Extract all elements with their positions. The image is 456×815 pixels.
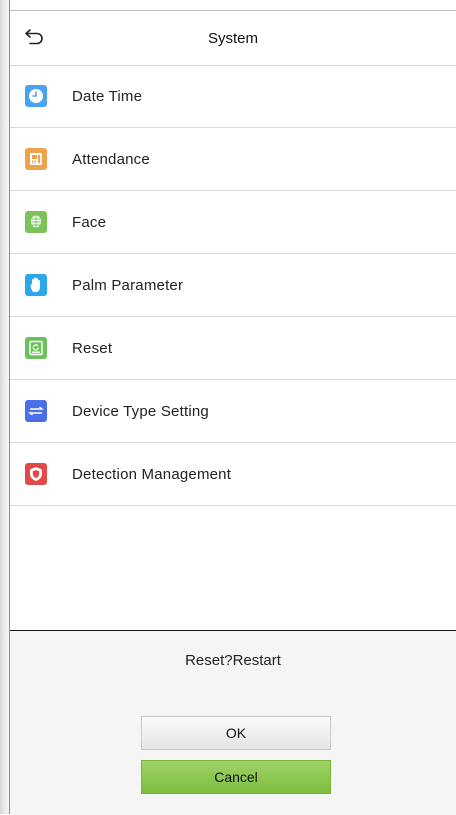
back-button[interactable] — [20, 23, 50, 53]
clock-icon — [25, 85, 47, 107]
menu-item-label: Date Time — [72, 87, 143, 105]
menu-item-label: Attendance — [72, 150, 150, 168]
shield-icon — [25, 463, 47, 485]
menu-item-palm-parameter[interactable]: Palm Parameter — [10, 254, 456, 317]
menu-item-label: Face — [72, 213, 107, 231]
menu-item-label: Palm Parameter — [72, 276, 184, 294]
system-menu: Date Time Attendance Face Palm Parameter… — [10, 65, 456, 506]
menu-item-label: Reset — [72, 339, 113, 357]
menu-item-attendance[interactable]: Attendance — [10, 128, 456, 191]
menu-item-label: Detection Management — [72, 465, 232, 483]
menu-item-label: Device Type Setting — [72, 402, 209, 420]
face-icon — [25, 211, 47, 233]
menu-item-date-time[interactable]: Date Time — [10, 65, 456, 128]
device-frame-edge — [0, 0, 9, 814]
attendance-terminal-icon — [25, 148, 47, 170]
menu-item-device-type-setting[interactable]: Device Type Setting — [10, 380, 456, 443]
page-title: System — [207, 29, 258, 47]
menu-item-face[interactable]: Face — [10, 191, 456, 254]
cancel-button[interactable]: Cancel — [141, 760, 331, 794]
system-screen: System Date Time Attendance Face Palm Pa… — [10, 0, 456, 815]
header-bar: System — [10, 10, 456, 66]
confirm-dialog: Reset?Restart OK Cancel — [10, 630, 456, 815]
reset-icon — [25, 337, 47, 359]
switch-arrows-icon — [25, 400, 47, 422]
palm-icon — [25, 274, 47, 296]
dialog-message: Reset?Restart — [185, 652, 281, 669]
ok-button[interactable]: OK — [141, 716, 331, 750]
menu-item-reset[interactable]: Reset — [10, 317, 456, 380]
menu-item-detection-management[interactable]: Detection Management — [10, 443, 456, 506]
back-arrow-icon — [24, 27, 46, 50]
